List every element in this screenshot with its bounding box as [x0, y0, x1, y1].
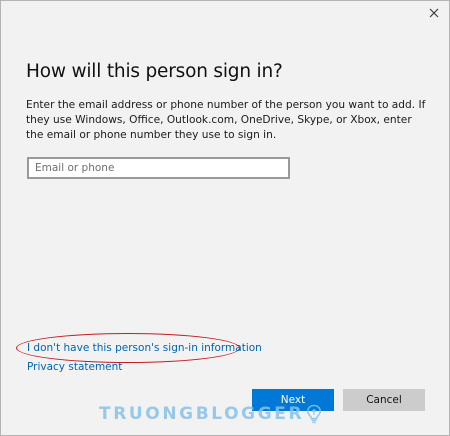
cancel-button[interactable]: Cancel — [343, 389, 425, 411]
page-title: How will this person sign in? — [26, 61, 283, 82]
close-button[interactable] — [423, 3, 445, 23]
next-button[interactable]: Next — [252, 389, 334, 411]
email-or-phone-input[interactable] — [27, 157, 290, 179]
no-signin-info-link[interactable]: I don't have this person's sign-in infor… — [27, 342, 262, 354]
privacy-statement-link[interactable]: Privacy statement — [27, 361, 122, 373]
close-icon — [429, 8, 439, 18]
dialog-window: How will this person sign in? Enter the … — [0, 0, 450, 436]
instructions-text: Enter the email address or phone number … — [26, 99, 426, 141]
